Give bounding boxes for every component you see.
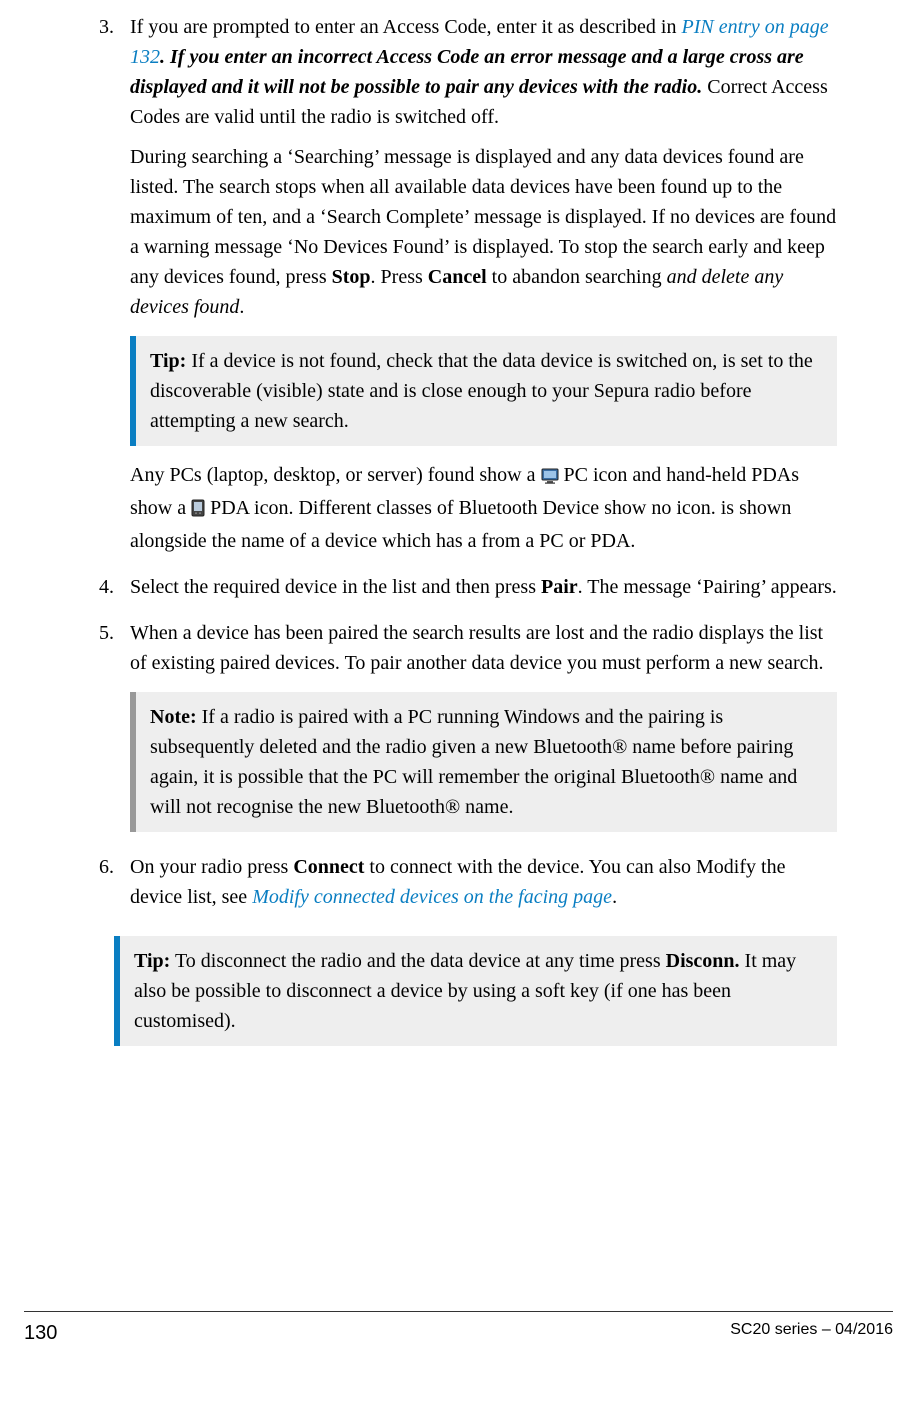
step-body: When a device has been paired the search… [130,618,837,846]
tip-label: Tip: [134,950,170,972]
pda-icon [191,496,205,526]
step-list: 3. If you are prompted to enter an Acces… [80,12,837,922]
step-6: 6. On your radio press Connect to connec… [80,852,837,922]
step-5: 5. When a device has been paired the sea… [80,618,837,846]
step-body: If you are prompted to enter an Access C… [130,12,837,566]
para: When a device has been paired the search… [130,618,837,678]
step-number: 3. [80,12,130,566]
text-bold: Connect [293,856,364,878]
tip-body: If a device is not found, check that the… [150,350,813,432]
para: Any PCs (laptop, desktop, or server) fou… [130,460,837,556]
tip-label: Tip: [150,350,186,372]
text-bold: Cancel [428,266,487,288]
note-label: Note: [150,706,197,728]
pc-icon [541,463,559,493]
para: On your radio press Connect to connect w… [130,852,837,912]
text: If you are prompted to enter an Access C… [130,16,681,38]
text: Any PCs (laptop, desktop, or server) fou… [130,464,541,486]
text: . The message ‘Pairing’ appears. [578,576,837,598]
para: During searching a ‘Searching’ message i… [130,142,837,322]
text-bold: Pair [541,576,578,598]
text: . [239,296,244,318]
para: Select the required device in the list a… [130,572,837,602]
note-body: If a radio is paired with a PC running W… [150,706,797,818]
para: If you are prompted to enter an Access C… [130,12,837,132]
tip-callout: Tip: To disconnect the radio and the dat… [114,936,837,1046]
step-4: 4. Select the required device in the lis… [80,572,837,612]
doc-id: SC20 series – 04/2016 [730,1318,893,1348]
text: PDA icon. Different classes of Bluetooth… [130,497,791,552]
text: To disconnect the radio and the data dev… [170,950,665,972]
page-footer: 130 SC20 series – 04/2016 [24,1311,893,1348]
page-content: 3. If you are prompted to enter an Acces… [0,0,917,1360]
step-body: Select the required device in the list a… [130,572,837,612]
step-number: 5. [80,618,130,846]
text: to abandon searching [487,266,667,288]
page-number: 130 [24,1318,57,1348]
note-callout: Note: If a radio is paired with a PC run… [130,692,837,832]
text: . [612,886,617,908]
text: . Press [371,266,428,288]
text-bold: Disconn. [666,950,740,972]
step-number: 6. [80,852,130,922]
text: On your radio press [130,856,293,878]
step-body: On your radio press Connect to connect w… [130,852,837,922]
text-bolditalic: . [160,46,170,68]
text-bold: Stop [332,266,371,288]
link-modify-connected[interactable]: Modify connected devices on the facing p… [252,886,612,908]
step-number: 4. [80,572,130,612]
step-3: 3. If you are prompted to enter an Acces… [80,12,837,566]
tip-callout: Tip: If a device is not found, check tha… [130,336,837,446]
text: Select the required device in the list a… [130,576,541,598]
